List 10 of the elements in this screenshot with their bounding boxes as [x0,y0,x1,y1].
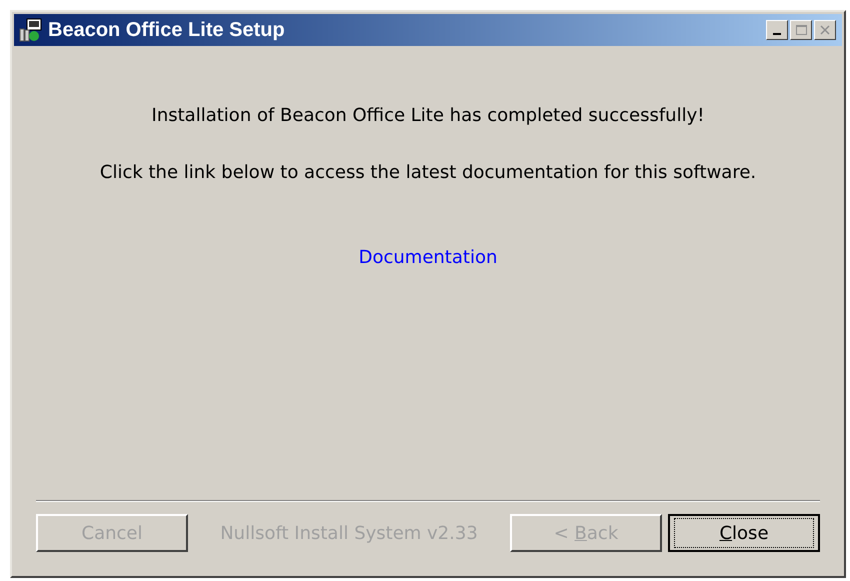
message-text: Click the link below to access the latest documentation for this software. [100,161,756,185]
dialog-button[interactable]: Close [668,514,820,552]
documentation-link[interactable]: Documentation [358,244,498,271]
window-title: Beacon Office Lite Setup [48,18,286,43]
close-icon [820,25,830,35]
maximize-button[interactable] [790,20,812,40]
message-text: Installation of Beacon Office Lite has completed successfully! [152,104,704,128]
installer-icon [18,17,44,43]
close-button[interactable] [814,20,836,40]
minimize-button[interactable] [766,20,788,40]
